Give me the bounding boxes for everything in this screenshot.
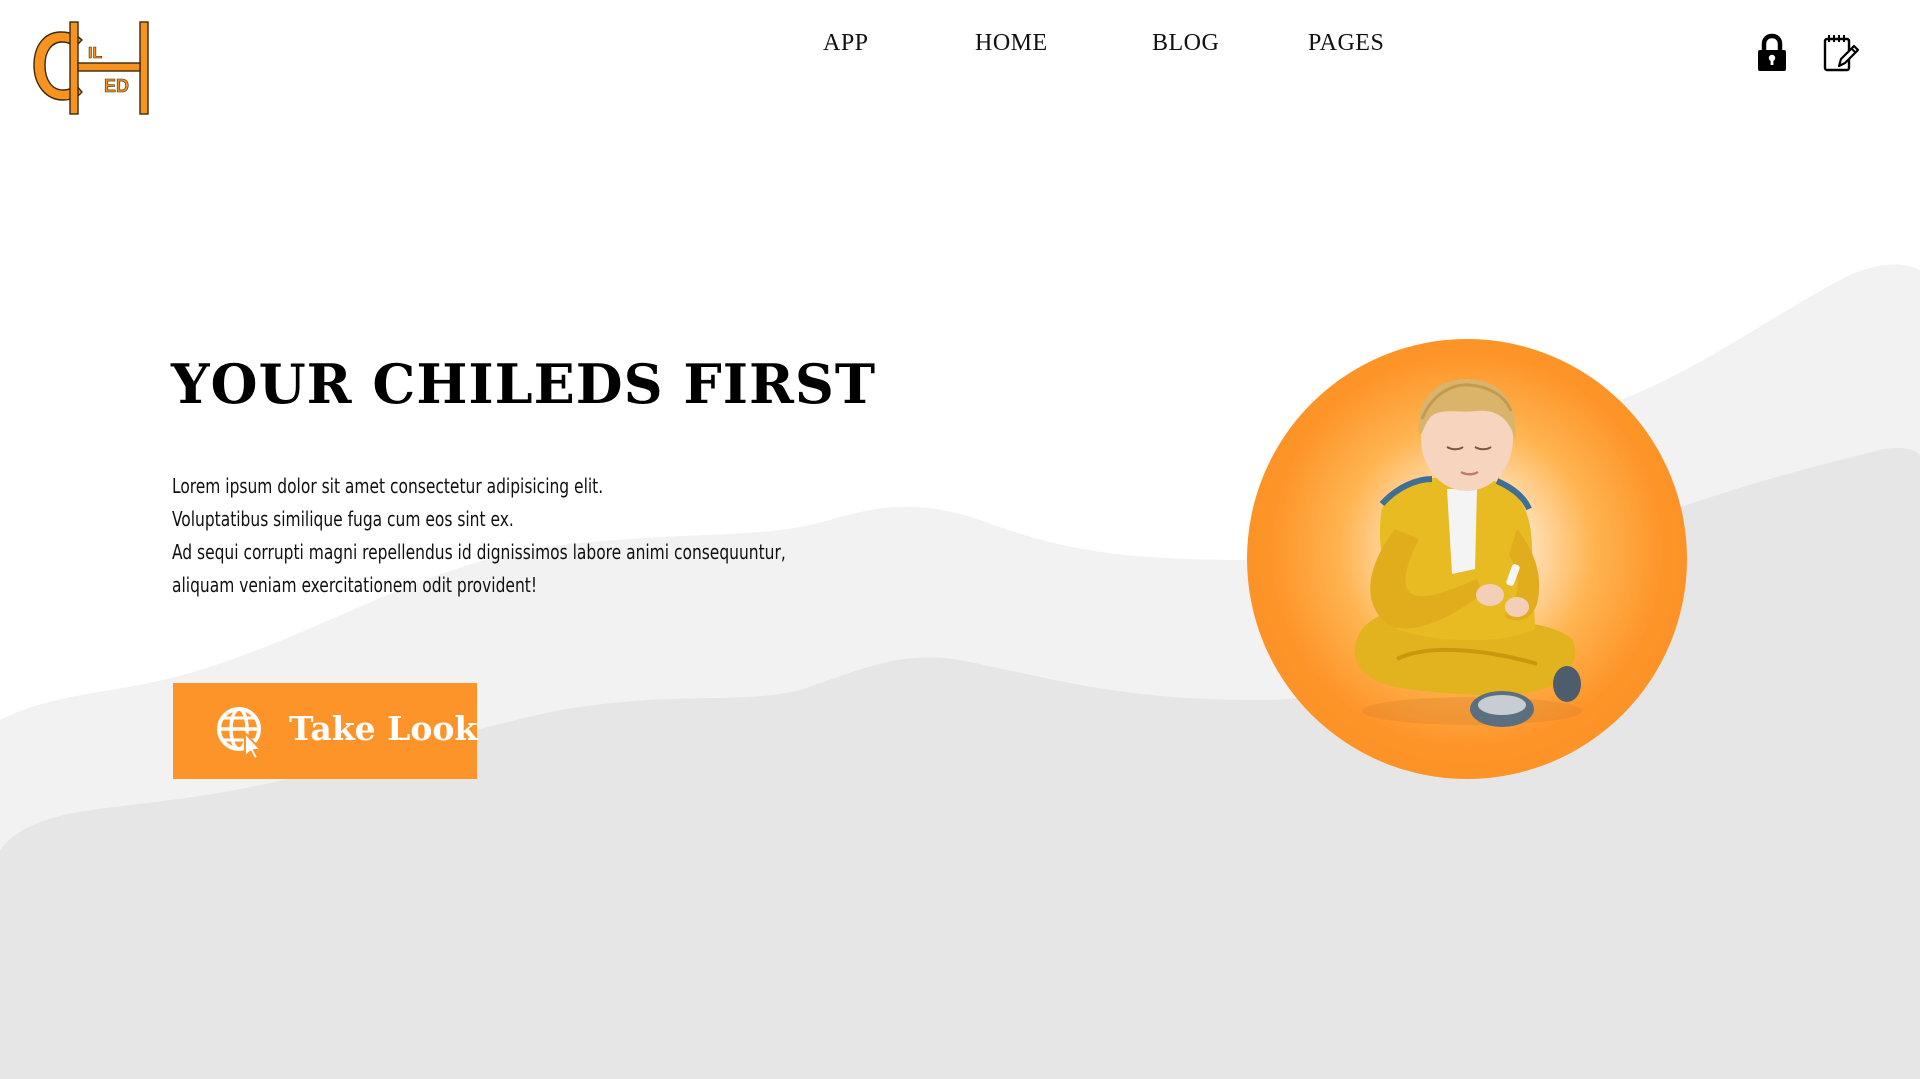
- notepad-edit-icon[interactable]: [1822, 33, 1860, 73]
- hero-paragraph-line: Voluptatibus similique fuga cum eos sint…: [172, 507, 514, 531]
- main-nav: APP HOME BLOG PAGES: [0, 30, 1920, 70]
- hero-paragraph: Lorem ipsum dolor sit amet consectetur a…: [172, 470, 872, 602]
- logo-text-bottom: ED: [104, 76, 129, 96]
- hero-title: YOUR CHILEDS FIRST: [171, 352, 877, 416]
- nav-item-pages[interactable]: PAGES: [1308, 30, 1384, 57]
- child-photo: [1354, 379, 1582, 727]
- nav-item-blog[interactable]: BLOG: [1152, 30, 1219, 57]
- hero-paragraph-line: Ad sequi corrupti magni repellendus id d…: [172, 540, 786, 564]
- nav-item-home[interactable]: HOME: [975, 30, 1048, 57]
- hero-paragraph-line: Lorem ipsum dolor sit amet consectetur a…: [172, 474, 604, 498]
- globe-cursor-icon: [217, 707, 262, 759]
- take-look-button[interactable]: Take Look: [173, 683, 477, 779]
- lock-icon[interactable]: [1755, 33, 1789, 73]
- hero-image: [1247, 339, 1687, 779]
- nav-item-app[interactable]: APP: [823, 30, 869, 57]
- hero-paragraph-line: aliquam veniam exercitationem odit provi…: [172, 573, 538, 597]
- take-look-button-label: Take Look: [289, 709, 478, 748]
